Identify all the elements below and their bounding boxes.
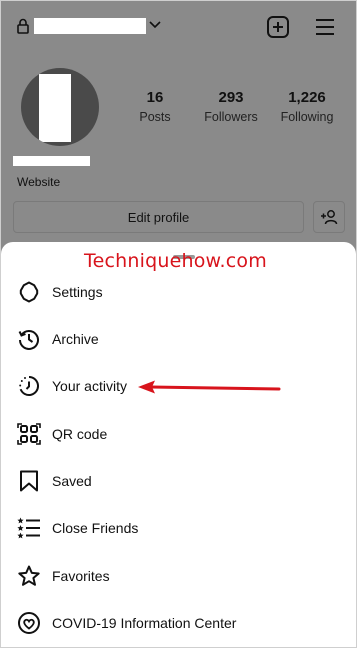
close-friends-icon	[17, 517, 40, 539]
stat-value: 293	[218, 89, 244, 106]
bookmark-icon	[20, 470, 38, 492]
qr-code-icon	[17, 423, 41, 445]
chevron-down-icon[interactable]	[149, 20, 161, 30]
menu-item-label: COVID-19 Information Center	[52, 615, 237, 631]
stat-value: 1,226	[288, 89, 326, 106]
menu-item-saved[interactable]: Saved	[1, 461, 356, 501]
profile-topbar	[1, 1, 356, 55]
settings-icon	[19, 281, 39, 303]
menu-item-label: Saved	[52, 473, 92, 489]
archive-icon	[18, 330, 39, 350]
menu-item-favorites[interactable]: Favorites	[1, 556, 356, 596]
menu-item-label: Settings	[52, 284, 103, 300]
avatar[interactable]	[21, 68, 99, 146]
menu-item-label: QR code	[52, 426, 108, 442]
menu-bottom-sheet: Techniquehow.com Settings Archive Your a…	[1, 242, 356, 647]
menu-item-close-friends[interactable]: Close Friends	[1, 508, 356, 548]
stat-posts[interactable]: 16 Posts	[130, 89, 180, 124]
activity-icon	[19, 376, 39, 396]
star-icon	[18, 565, 40, 586]
menu-item-settings[interactable]: Settings	[1, 272, 356, 312]
covid-info-icon	[18, 612, 40, 634]
watermark: Techniquehow.com	[84, 250, 267, 272]
menu-item-archive[interactable]: Archive	[1, 319, 356, 359]
display-name-redacted	[13, 156, 90, 166]
menu-item-label: Archive	[52, 331, 99, 347]
menu-item-label: Your activity	[52, 378, 127, 394]
website-link[interactable]: Website	[17, 175, 60, 189]
annotation-arrow	[138, 380, 281, 394]
menu-item-label: Close Friends	[52, 520, 139, 536]
menu-item-label: Favorites	[52, 568, 110, 584]
new-post-icon[interactable]	[266, 15, 290, 39]
stat-following[interactable]: 1,226 Following	[275, 89, 339, 124]
stat-label: Posts	[139, 110, 171, 124]
stat-value: 16	[146, 89, 164, 106]
lock-icon	[17, 18, 29, 34]
username-redacted[interactable]	[34, 18, 146, 34]
stat-label: Followers	[204, 110, 258, 124]
add-user-icon	[321, 210, 338, 225]
screen: 16 Posts 293 Followers 1,226 Following W…	[0, 0, 357, 648]
menu-item-covid-info[interactable]: COVID-19 Information Center	[1, 603, 356, 643]
discover-people-button[interactable]	[313, 201, 345, 233]
menu-icon[interactable]	[314, 16, 336, 38]
edit-profile-button[interactable]: Edit profile	[13, 201, 304, 233]
stat-followers[interactable]: 293 Followers	[199, 89, 263, 124]
stat-label: Following	[280, 110, 334, 124]
avatar-redacted	[39, 74, 71, 142]
menu-item-qr-code[interactable]: QR code	[1, 414, 356, 454]
